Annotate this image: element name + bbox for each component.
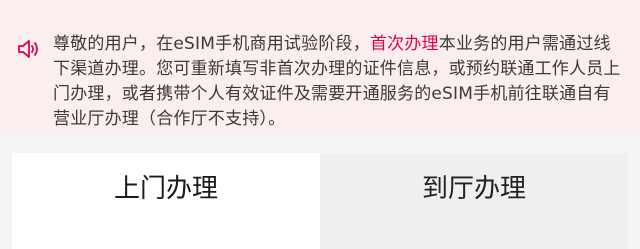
notice-text: 尊敬的用户，在eSIM手机商用试验阶段，首次办理本业务的用户需通过线下渠道办理。… (53, 32, 625, 132)
notice-banner: 尊敬的用户，在eSIM手机商用试验阶段，首次办理本业务的用户需通过线下渠道办理。… (0, 0, 640, 136)
tab-store-service-label: 到厅办理 (421, 173, 526, 204)
service-tabs: 上门办理 到厅办理 (12, 153, 628, 249)
speaker-icon (18, 40, 38, 58)
tab-home-service[interactable]: 上门办理 (12, 153, 320, 249)
tab-home-service-label: 上门办理 (113, 173, 218, 204)
tab-store-service[interactable]: 到厅办理 (320, 153, 628, 249)
notice-highlight: 首次办理 (369, 34, 439, 54)
notice-text-before: 尊敬的用户，在eSIM手机商用试验阶段， (53, 34, 370, 54)
